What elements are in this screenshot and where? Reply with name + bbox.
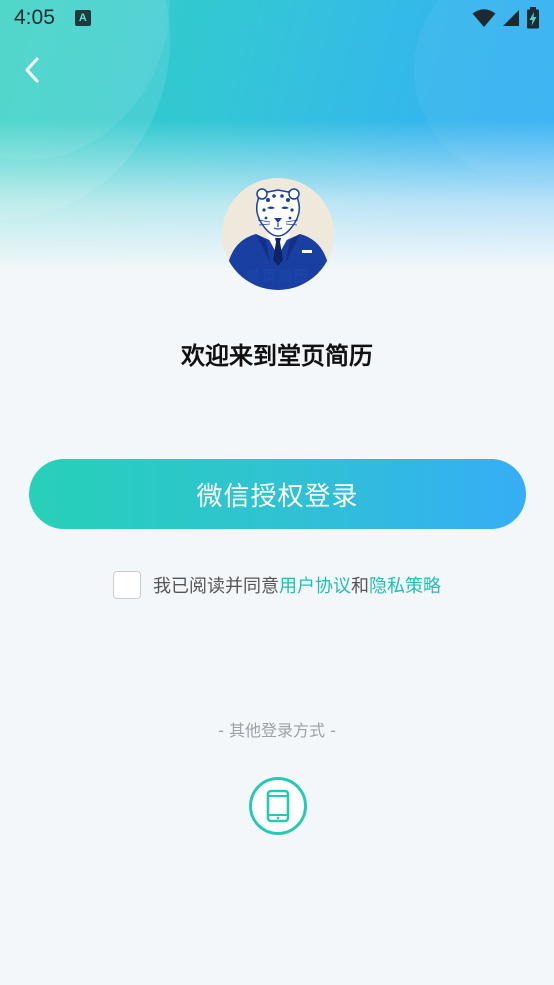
status-icons [472, 7, 540, 29]
phone-login-button[interactable] [249, 777, 307, 835]
agreement-prefix-text: 我已阅读并同意 [153, 576, 279, 597]
status-time: 4:05 [14, 6, 55, 29]
wechat-login-button[interactable]: 微信授权登录 [29, 459, 526, 529]
app-logo-avatar: 堂页简历 [222, 178, 334, 290]
mobile-phone-icon [266, 789, 290, 823]
agreement-checkbox[interactable] [113, 571, 141, 599]
battery-charging-icon [527, 7, 539, 29]
status-bar: 4:05 A [0, 0, 554, 36]
welcome-title: 欢迎来到堂页简历 [181, 342, 373, 370]
agreement-row: 我已阅读并同意 用户协议 和 隐私策略 [113, 571, 441, 599]
signal-icon [503, 10, 519, 26]
wifi-icon [472, 9, 496, 27]
logo-brand-text: 堂页简历 [246, 269, 310, 285]
login-screen: 4:05 A 堂页简历 欢迎来到堂页简历 微信授权登录 我已阅读并同意 用户协议… [0, 0, 554, 985]
agreement-conjunction-text: 和 [351, 576, 369, 597]
other-login-methods-label: - 其他登录方式 - [218, 721, 336, 740]
privacy-policy-link[interactable]: 隐私策略 [369, 572, 441, 598]
notification-app-icon: A [74, 10, 91, 26]
chevron-left-icon [25, 57, 39, 83]
user-agreement-link[interactable]: 用户协议 [279, 572, 351, 598]
back-button[interactable] [14, 52, 50, 88]
